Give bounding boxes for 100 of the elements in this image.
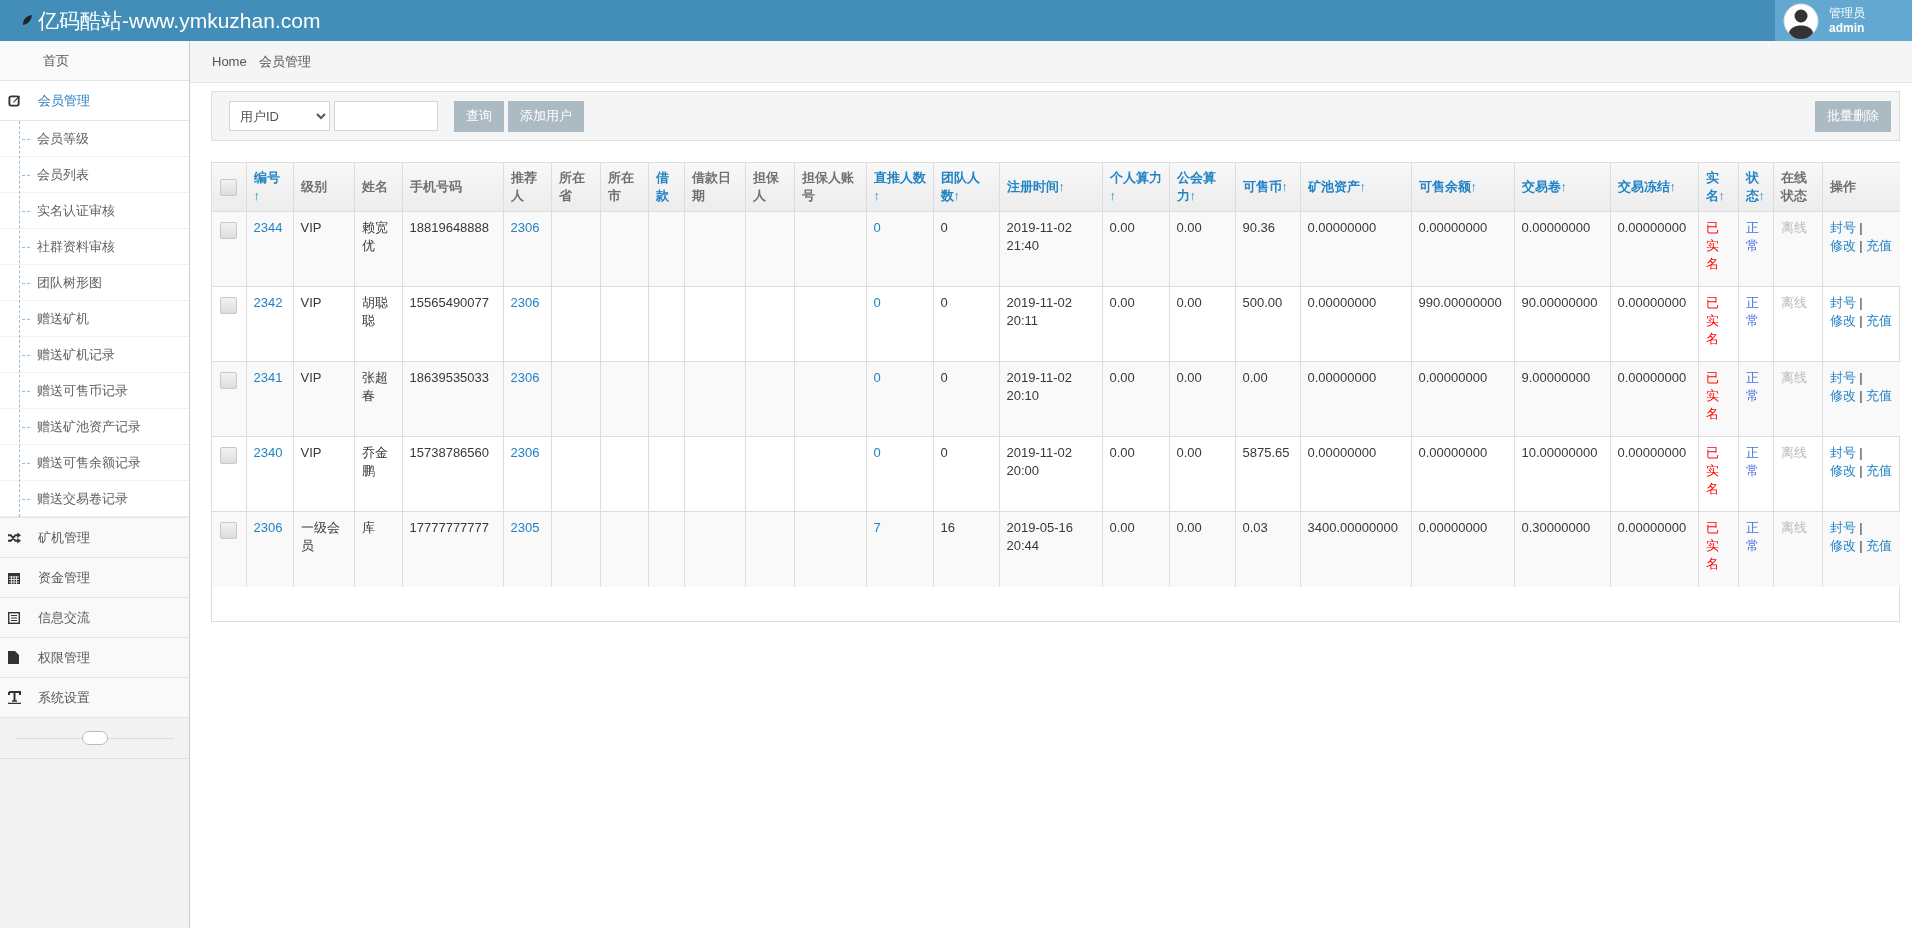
table-cell: VIP [300,295,322,310]
link-cell[interactable]: 0 [873,370,881,385]
column-header[interactable]: 团队人数↑ [933,163,999,212]
column-header[interactable]: 可售币↑ [1235,163,1300,212]
submenu-item[interactable]: 赠送交易卷记录 [0,481,189,517]
sidebar-item[interactable]: 矿机管理 [0,518,189,558]
link-cell[interactable]: 2306 [510,370,540,385]
link-cell[interactable]: 2340 [253,445,283,460]
leaf-icon [22,15,32,26]
link-cell[interactable]: 2341 [253,370,283,385]
link-cell[interactable]: 2306 [510,295,540,310]
table-cell: 已实名 [1705,220,1719,271]
column-header[interactable]: 实名↑ [1698,163,1738,212]
sidebar-item[interactable]: 系统设置 [0,678,189,718]
action-link[interactable]: 充值 [1866,313,1893,328]
table-cell: 已实名 [1705,445,1719,496]
table-cell: 胡聪聪 [361,295,388,328]
column-header: 担保人账号 [794,163,866,212]
submenu-item[interactable]: 赠送矿机记录 [0,337,189,373]
link-cell[interactable]: 0 [873,445,881,460]
row-checkbox[interactable] [220,222,238,240]
separator: | [1859,238,1863,253]
table-cell: 0.00000000 [1418,445,1488,460]
row-checkbox[interactable] [220,297,238,315]
link-cell[interactable]: 0 [873,295,881,310]
collapse-button[interactable] [81,731,108,745]
action-link[interactable]: 充值 [1866,238,1893,253]
submenu-item[interactable]: 社群资料审核 [0,229,189,265]
table-cell: 离线 [1780,370,1807,385]
link-cell[interactable]: 0 [873,220,881,235]
column-header: 推荐人 [503,163,551,212]
column-header[interactable]: 交易冻结↑ [1610,163,1698,212]
table-cell: 0.00000000 [1307,445,1377,460]
action-link[interactable]: 修改 [1829,313,1856,328]
link-cell[interactable]: 2306 [253,520,283,535]
action-link[interactable]: 封号 [1829,370,1856,385]
action-link[interactable]: 修改 [1829,238,1856,253]
submenu-item[interactable]: 赠送可售余额记录 [0,445,189,481]
action-link[interactable]: 修改 [1829,388,1856,403]
table-cell: VIP [300,370,322,385]
submenu-item[interactable]: 赠送矿池资产记录 [0,409,189,445]
sidebar-item[interactable]: 信息交流 [0,598,189,638]
action-link[interactable]: 充值 [1866,538,1893,553]
column-header: 手机号码 [402,163,503,212]
row-checkbox[interactable] [220,372,238,390]
action-link[interactable]: 封号 [1829,520,1856,535]
row-checkbox[interactable] [220,447,238,465]
submenu-item[interactable]: 团队树形图 [0,265,189,301]
column-header[interactable]: 借款 [648,163,684,212]
column-header[interactable]: 可售余额↑ [1411,163,1514,212]
action-link[interactable]: 封号 [1829,220,1856,235]
submenu-item[interactable]: 实名认证审核 [0,193,189,229]
column-header[interactable]: 注册时间↑ [999,163,1102,212]
submenu-item[interactable]: 会员列表 [0,157,189,193]
link-cell[interactable]: 2306 [510,445,540,460]
sidebar-item[interactable]: 资金管理 [0,558,189,598]
filter-select[interactable]: 用户ID [229,101,330,131]
action-link[interactable]: 充值 [1866,463,1893,478]
submenu-item[interactable]: 赠送矿机 [0,301,189,337]
row-checkbox[interactable] [220,522,238,540]
action-link[interactable]: 封号 [1829,295,1856,310]
breadcrumb-item[interactable]: Home [212,54,247,69]
link-cell[interactable]: 2305 [510,520,540,535]
link-cell[interactable]: 2342 [253,295,283,310]
separator: | [1859,313,1863,328]
file-icon [8,651,19,664]
link-cell[interactable]: 7 [873,520,881,535]
sidebar-item[interactable]: 首页 [0,41,189,81]
action-link[interactable]: 修改 [1829,463,1856,478]
table-cell: 0.00000000 [1617,220,1687,235]
sidebar-item[interactable]: 权限管理 [0,638,189,678]
column-header[interactable]: 交易卷↑ [1514,163,1610,212]
action-link[interactable]: 修改 [1829,538,1856,553]
separator: | [1859,463,1863,478]
action-link[interactable]: 充值 [1866,388,1893,403]
table-cell: 离线 [1780,445,1807,460]
link-cell[interactable]: 2344 [253,220,283,235]
search-field[interactable] [334,101,438,131]
column-header[interactable]: 个人算力↑ [1102,163,1169,212]
user-menu[interactable]: 管理员 admin [1775,0,1912,41]
select-all-checkbox[interactable] [220,179,238,197]
table-cell: 0.30000000 [1521,520,1591,535]
table-cell: 赖宽优 [361,220,388,253]
column-header[interactable]: 公会算力↑ [1169,163,1235,212]
column-header[interactable]: 矿池资产↑ [1300,163,1411,212]
submenu-item[interactable]: 赠送可售币记录 [0,373,189,409]
link-cell[interactable]: 2306 [510,220,540,235]
sidebar-item[interactable]: 会员管理 [0,81,189,121]
table-cell: 2019-11-02 20:00 [1006,445,1073,478]
table-cell: 离线 [1780,220,1807,235]
column-header[interactable]: 状态↑ [1738,163,1773,212]
table-cell: 0.00000000 [1617,370,1687,385]
column-header[interactable]: 编号↑ [246,163,293,212]
table-cell: 0.00000000 [1617,520,1687,535]
column-header[interactable]: 直推人数↑ [866,163,933,212]
table-cell: 正常 [1745,295,1759,328]
table-cell: 0.00000000 [1307,370,1377,385]
submenu-item[interactable]: 会员等级 [0,121,189,157]
column-header: 姓名 [354,163,402,212]
action-link[interactable]: 封号 [1829,445,1856,460]
